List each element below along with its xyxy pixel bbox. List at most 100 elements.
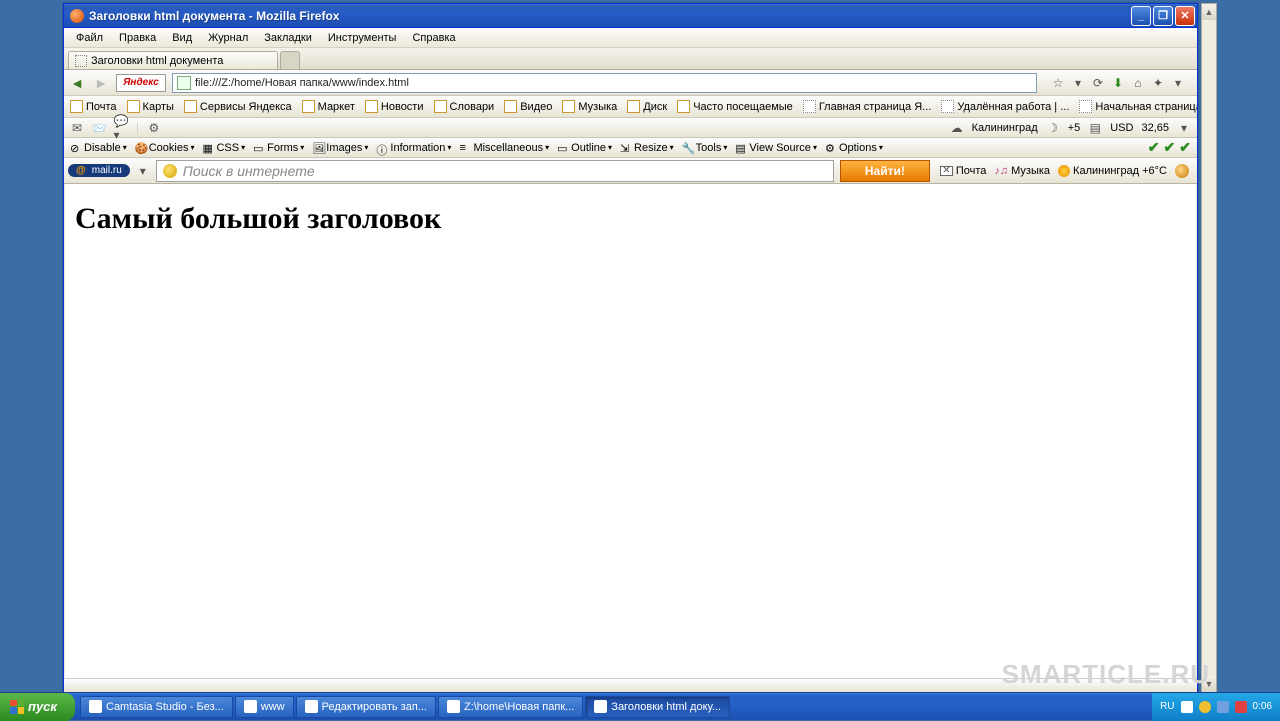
bookmark-item[interactable]: Новости xyxy=(365,100,424,113)
menu-view[interactable]: Вид xyxy=(166,31,198,45)
start-button[interactable]: пуск xyxy=(0,693,75,721)
bookmark-item[interactable]: Часто посещаемые xyxy=(677,100,793,113)
menu-help[interactable]: Справка xyxy=(406,31,461,45)
mail-link[interactable]: Почта xyxy=(940,165,987,177)
tray-icon[interactable] xyxy=(1217,701,1229,713)
check-icon[interactable]: ✔ xyxy=(1148,139,1160,156)
titlebar[interactable]: Заголовки html документа - Mozilla Firef… xyxy=(64,4,1197,28)
devtool-miscellaneous[interactable]: ≡Miscellaneous▾ xyxy=(459,142,549,154)
menu-bookmarks[interactable]: Закладки xyxy=(258,31,318,45)
bookmark-item[interactable]: Маркет xyxy=(302,100,355,113)
bookmark-icon xyxy=(941,100,954,113)
find-button[interactable]: Найти! xyxy=(840,160,930,182)
tray-icon[interactable] xyxy=(1199,701,1211,713)
addon-icon[interactable]: ✦ xyxy=(1151,76,1165,90)
check-icon[interactable]: ✔ xyxy=(1164,139,1176,156)
reload-icon[interactable]: ⟳ xyxy=(1091,76,1105,90)
chevron-down-icon[interactable]: ▾ xyxy=(136,164,150,178)
minimize-button[interactable]: _ xyxy=(1131,6,1151,26)
scroll-track[interactable] xyxy=(1202,20,1216,676)
devtool-outline[interactable]: ▭Outline▾ xyxy=(557,142,612,154)
taskbar-button[interactable]: Редактировать зап... xyxy=(296,696,436,718)
bookmark-item[interactable]: Удалённая работа | ... xyxy=(941,100,1069,113)
taskbar-button[interactable]: www xyxy=(235,696,294,718)
compose-icon[interactable]: 📨 xyxy=(92,121,106,135)
lang-indicator[interactable]: RU xyxy=(1160,701,1174,712)
check-icon[interactable]: ✔ xyxy=(1179,139,1191,156)
bookmark-item[interactable]: Словари xyxy=(434,100,495,113)
devtool-options[interactable]: ⚙Options▾ xyxy=(825,142,883,154)
taskbar-button[interactable]: Заголовки html доку... xyxy=(585,696,730,718)
new-tab-button[interactable] xyxy=(280,51,300,69)
tool-icon: ⚙ xyxy=(825,142,837,154)
url-field[interactable]: file:///Z:/home/Новая папка/www/index.ht… xyxy=(172,73,1037,93)
menu-icon[interactable]: ▾ xyxy=(1171,76,1185,90)
tray-icon[interactable] xyxy=(1181,701,1193,713)
watermark: SMARTICLE.RU xyxy=(1002,659,1210,690)
chat-icon[interactable]: 💬▾ xyxy=(114,121,128,135)
bookmark-item[interactable]: Почта xyxy=(70,100,117,113)
bookmark-item[interactable]: Сервисы Яндекса xyxy=(184,100,292,113)
bookmark-icon xyxy=(70,100,83,113)
firefox-icon xyxy=(70,9,84,23)
menu-tools[interactable]: Инструменты xyxy=(322,31,403,45)
devtool-tools[interactable]: 🔧Tools▾ xyxy=(682,142,728,154)
sun-icon xyxy=(1058,165,1070,177)
tool-icon: ≡ xyxy=(459,142,471,154)
devtool-disable[interactable]: ⊘Disable▾ xyxy=(70,142,127,154)
devtool-cookies[interactable]: 🍪Cookies▾ xyxy=(135,142,195,154)
clock[interactable]: 0:06 xyxy=(1253,702,1272,712)
menu-file[interactable]: Файл xyxy=(70,31,109,45)
menu-edit[interactable]: Правка xyxy=(113,31,162,45)
music-link[interactable]: ♪♫Музыка xyxy=(994,165,1050,177)
devtool-images[interactable]: 🖼Images▾ xyxy=(312,142,368,154)
browser-tab[interactable]: Заголовки html документа xyxy=(68,51,278,69)
util-toolbar: ✉ 📨 💬▾ | ⚙ ☁ Калининград ☽ +5 ▤ USD 32,6… xyxy=(64,118,1197,138)
gear-icon[interactable]: ⚙ xyxy=(147,121,161,135)
system-tray[interactable]: RU 0:06 xyxy=(1152,693,1280,721)
bookmarks-toolbar: Почта Карты Сервисы Яндекса Маркет Новости Сл… xyxy=(64,96,1197,118)
download-icon[interactable]: ⬇ xyxy=(1111,76,1125,90)
bookmark-item[interactable]: Начальная страница xyxy=(1079,100,1197,113)
devtool-forms[interactable]: ▭Forms▾ xyxy=(253,142,304,154)
bookmark-item[interactable]: Видео xyxy=(504,100,552,113)
scroll-up-icon[interactable]: ▲ xyxy=(1202,4,1216,20)
weather-link[interactable]: Калининград +6°C xyxy=(1058,165,1167,177)
page-icon xyxy=(75,55,87,67)
home-icon[interactable]: ⌂ xyxy=(1131,76,1145,90)
moon-icon: ☽ xyxy=(1046,121,1060,135)
devtool-view source[interactable]: ▤View Source▾ xyxy=(735,142,817,154)
bookmark-star-icon[interactable]: ☆ xyxy=(1051,76,1065,90)
tray-icon[interactable] xyxy=(1235,701,1247,713)
app-icon xyxy=(594,700,607,713)
chevron-down-icon[interactable]: ▾ xyxy=(1177,121,1191,135)
devtool-resize[interactable]: ⇲Resize▾ xyxy=(620,142,674,154)
bookmark-item[interactable]: Диск xyxy=(627,100,667,113)
tool-icon: 🍪 xyxy=(135,142,147,154)
weather-city[interactable]: Калининград xyxy=(972,122,1038,134)
forward-button[interactable]: ► xyxy=(92,74,110,92)
bookmark-icon xyxy=(627,100,640,113)
window-scrollbar[interactable]: ▲ ▼ xyxy=(1201,3,1217,693)
settings-icon[interactable] xyxy=(1175,164,1189,178)
mailru-badge[interactable]: @@mail.rumail.ru xyxy=(68,164,130,177)
bookmark-icon xyxy=(127,100,140,113)
bookmark-item[interactable]: Музыка xyxy=(562,100,617,113)
maximize-button[interactable]: ❐ xyxy=(1153,6,1173,26)
dropdown-icon[interactable]: ▾ xyxy=(1071,76,1085,90)
bookmark-item[interactable]: Карты xyxy=(127,100,174,113)
yandex-logo[interactable]: Яндекс xyxy=(116,74,166,92)
taskbar-button[interactable]: Z:\home\Новая папк... xyxy=(438,696,583,718)
devtool-information[interactable]: ⓘInformation▾ xyxy=(376,142,451,154)
webdev-toolbar: ⊘Disable▾ 🍪Cookies▾ ▦CSS▾ ▭Forms▾ 🖼Images▾ ⓘI… xyxy=(64,138,1197,158)
taskbar-button[interactable]: Camtasia Studio - Без... xyxy=(80,696,233,718)
close-button[interactable]: ✕ xyxy=(1175,6,1195,26)
bookmark-item[interactable]: Главная страница Я... xyxy=(803,100,932,113)
mail-check-icon[interactable]: ✉ xyxy=(70,121,84,135)
menu-history[interactable]: Журнал xyxy=(202,31,254,45)
menubar: Файл Правка Вид Журнал Закладки Инструме… xyxy=(64,28,1197,48)
music-icon: ♪♫ xyxy=(994,165,1008,177)
search-input[interactable]: Поиск в интернете xyxy=(156,160,834,182)
back-button[interactable]: ◄ xyxy=(68,74,86,92)
devtool-css[interactable]: ▦CSS▾ xyxy=(202,142,245,154)
